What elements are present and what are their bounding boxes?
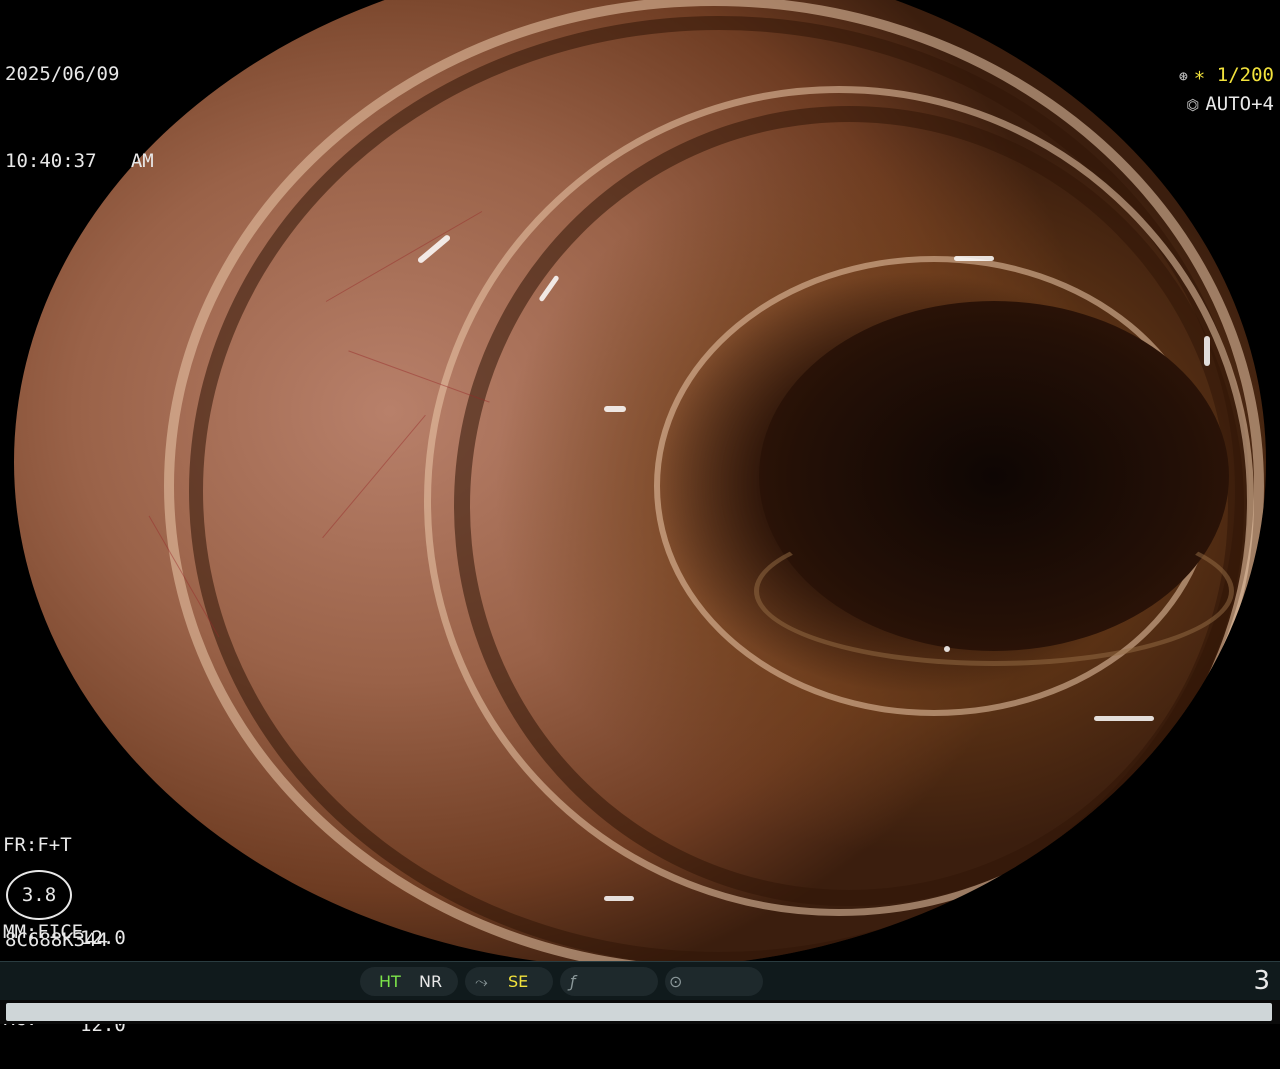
fr-text: FR:F+T <box>3 834 72 856</box>
specular-highlight <box>1094 716 1154 721</box>
structure-enhance-icon: ⤳ <box>475 972 488 991</box>
datetime-overlay: 2025/06/09 10:40:37 AM <box>5 2 154 205</box>
auto-text: AUTO+4 <box>1205 93 1274 115</box>
ht-label: HT <box>379 972 401 991</box>
specular-highlight <box>604 896 634 901</box>
ring-value: 3.8 <box>21 884 57 906</box>
page-number: 3 <box>1253 966 1270 996</box>
scope-code: 8C688K344 <box>5 929 108 951</box>
record-pill[interactable]: ⊙ <box>665 967 763 996</box>
bottom-bar <box>0 1000 1280 1024</box>
iris-readout: ⏣ AUTO+4 <box>1163 61 1274 120</box>
record-icon: ⊙ <box>669 972 683 991</box>
date-text: 2025/06/09 <box>5 63 120 85</box>
se-pill[interactable]: ⤳ SE <box>465 967 553 996</box>
specular-highlight <box>604 406 626 412</box>
function-icon: ƒ <box>570 972 576 991</box>
specular-highlight <box>954 256 994 261</box>
bottom-bar-strip <box>6 1003 1272 1021</box>
ht-nr-pill[interactable]: HT NR <box>360 967 458 996</box>
ring-badge: 3.8 <box>6 870 72 920</box>
endoscope-image <box>14 0 1266 968</box>
time-text: 10:40:37 AM <box>5 150 154 172</box>
se-label: SE <box>508 972 529 991</box>
lumen-rim <box>754 516 1234 666</box>
status-bar: HT NR ⤳ SE ƒ ⊙ 3 <box>0 961 1280 1001</box>
specular-highlight <box>944 646 950 652</box>
nr-label: NR <box>419 972 443 991</box>
function-pill[interactable]: ƒ <box>560 967 658 996</box>
iris-icon: ⏣ <box>1186 96 1200 114</box>
specular-highlight <box>1204 336 1210 366</box>
